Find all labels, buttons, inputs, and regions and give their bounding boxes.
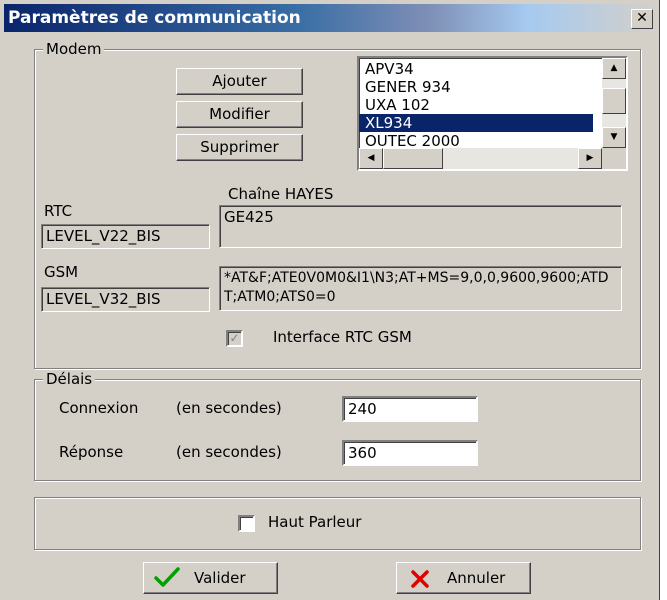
cancel-button[interactable]: Annuler <box>396 562 531 594</box>
delete-button[interactable]: Supprimer <box>176 134 303 161</box>
list-item[interactable]: GENER 934 <box>359 78 602 96</box>
gsm-label: GSM <box>44 263 79 281</box>
interface-checkbox[interactable]: ✓ <box>226 330 243 347</box>
scroll-thumb[interactable] <box>602 88 626 114</box>
modem-legend: Modem <box>43 40 105 58</box>
reponse-unit: (en secondes) <box>176 443 282 461</box>
close-button[interactable]: ✕ <box>631 9 653 29</box>
validate-label: Valider <box>194 569 246 587</box>
scroll-right-icon[interactable]: ▶ <box>578 148 602 169</box>
window-title: Paramètres de communication <box>8 8 301 28</box>
modify-button[interactable]: Modifier <box>176 101 303 128</box>
list-item[interactable]: APV34 <box>359 60 602 78</box>
speaker-label: Haut Parleur <box>268 513 362 531</box>
title-bar: Paramètres de communication ✕ <box>4 4 659 32</box>
speaker-checkbox[interactable] <box>238 515 255 532</box>
reponse-label: Réponse <box>59 443 124 461</box>
communication-dialog: Paramètres de communication ✕ Modem Ajou… <box>0 0 660 600</box>
connexion-input[interactable]: 240 <box>342 396 478 422</box>
scroll-corner <box>602 148 626 169</box>
scroll-left-icon[interactable]: ◀ <box>359 148 383 169</box>
list-item[interactable]: UXA 102 <box>359 96 602 114</box>
rtc-hayes-field: GE425 <box>219 205 622 248</box>
add-button[interactable]: Ajouter <box>176 68 303 95</box>
check-icon <box>154 567 180 587</box>
cancel-x-icon <box>411 570 429 588</box>
interface-label: Interface RTC GSM <box>273 328 412 346</box>
delays-group: Délais <box>34 370 641 481</box>
connexion-unit: (en secondes) <box>176 399 282 417</box>
connexion-label: Connexion <box>59 399 139 417</box>
vertical-scrollbar[interactable]: ▲ ▼ <box>602 58 626 148</box>
delays-legend: Délais <box>43 370 96 388</box>
gsm-protocol-field: LEVEL_V32_BIS <box>41 287 210 312</box>
rtc-protocol-field: LEVEL_V22_BIS <box>41 224 210 249</box>
rtc-label: RTC <box>44 202 73 220</box>
gsm-hayes-field: *AT&F;ATE0V0M0&I1\N3;AT+MS=9,0,0,9600,96… <box>219 266 622 311</box>
cancel-label: Annuler <box>447 569 506 587</box>
reponse-input[interactable]: 360 <box>342 440 478 466</box>
hayes-label: Chaîne HAYES <box>228 185 334 203</box>
scroll-down-icon[interactable]: ▼ <box>602 127 626 148</box>
hscroll-thumb[interactable] <box>383 148 443 169</box>
scroll-up-icon[interactable]: ▲ <box>602 58 626 79</box>
modem-list[interactable]: APV34 GENER 934 UXA 102 XL934 OUTEC 2000… <box>357 56 628 171</box>
horizontal-scrollbar[interactable]: ◀ ▶ <box>359 148 602 169</box>
validate-button[interactable]: Valider <box>143 562 278 594</box>
list-item-selected[interactable]: XL934 <box>359 114 593 132</box>
modem-list-items: APV34 GENER 934 UXA 102 XL934 OUTEC 2000 <box>359 60 602 150</box>
